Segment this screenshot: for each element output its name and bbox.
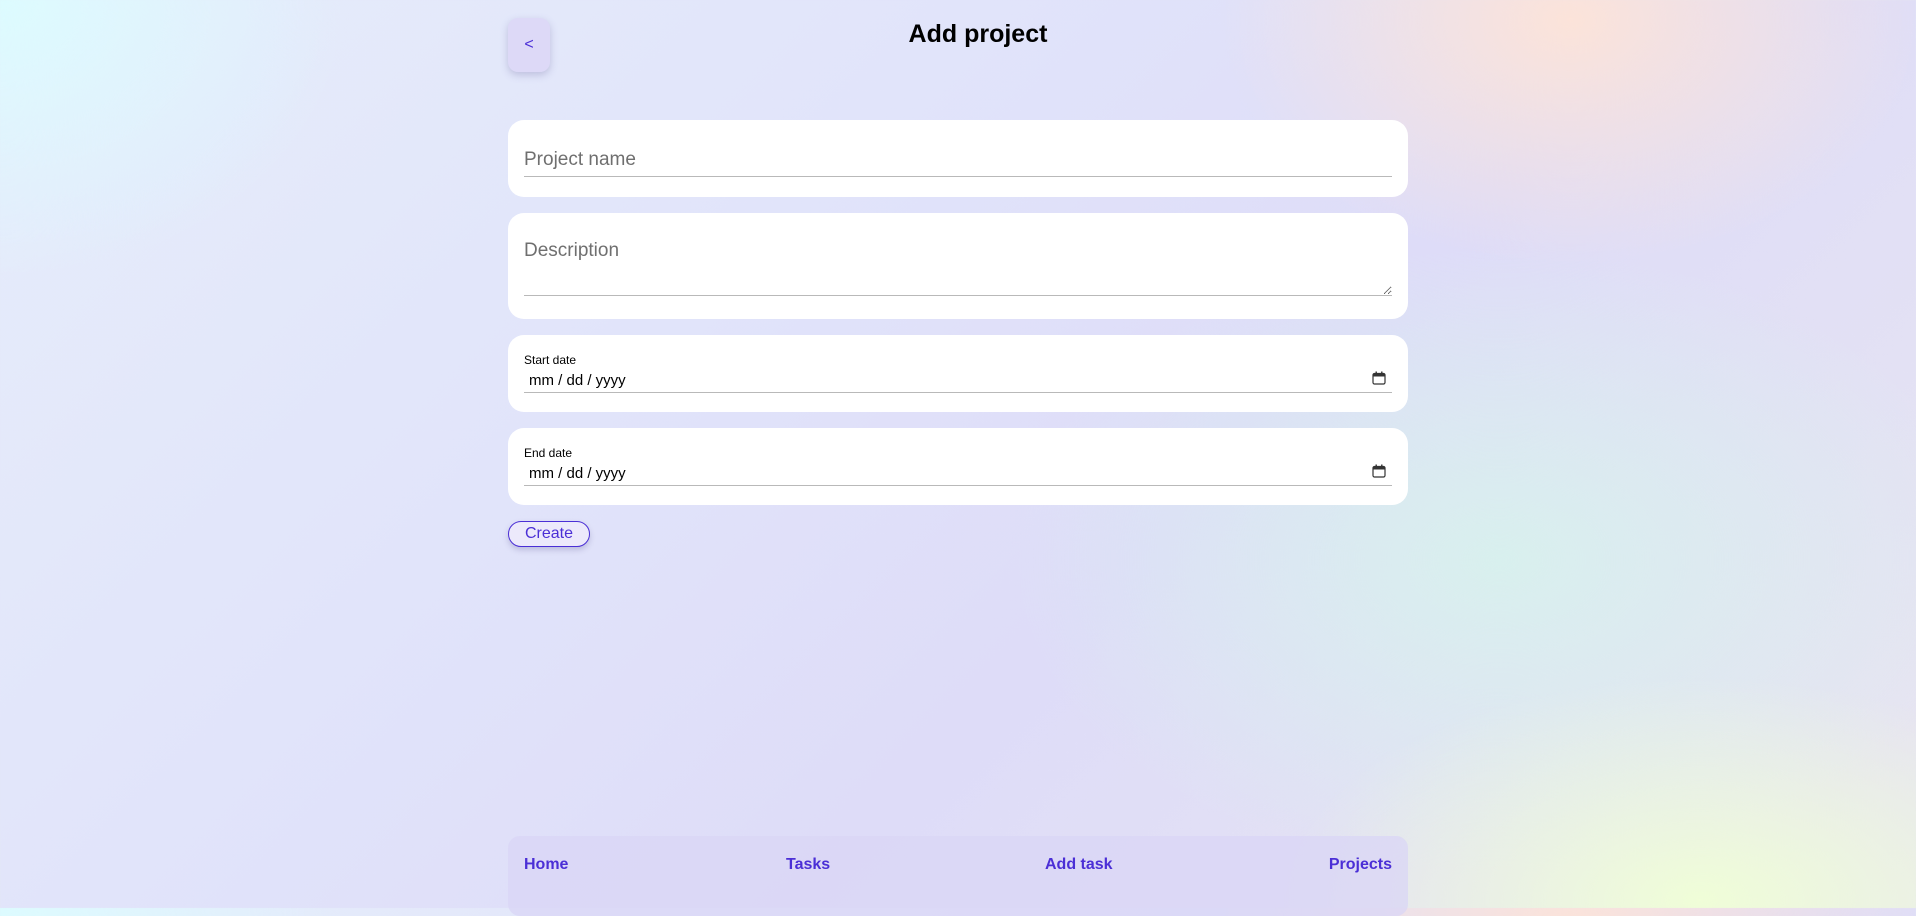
- end-date-value: mm / dd / yyyy: [529, 464, 626, 482]
- create-button[interactable]: Create: [508, 521, 590, 547]
- description-card: [508, 213, 1408, 319]
- end-date-input[interactable]: mm / dd / yyyy: [524, 461, 1392, 486]
- start-date-card: Start date mm / dd / yyyy: [508, 335, 1408, 412]
- bottom-nav: Home Tasks Add task Projects: [508, 836, 1408, 916]
- page-title: Add project: [908, 20, 1048, 48]
- start-date-label: Start date: [524, 353, 577, 367]
- project-name-input[interactable]: [524, 143, 1392, 177]
- project-name-card: [508, 120, 1408, 197]
- nav-tasks-link[interactable]: Tasks: [786, 856, 830, 874]
- page-container: < Add project Start date mm / dd / yyyy …: [508, 0, 1408, 916]
- nav-projects-link[interactable]: Projects: [1329, 856, 1392, 874]
- end-date-card: End date mm / dd / yyyy: [508, 428, 1408, 505]
- calendar-icon[interactable]: [1372, 464, 1386, 478]
- calendar-icon[interactable]: [1372, 371, 1386, 385]
- end-date-label: End date: [524, 446, 573, 460]
- start-date-input[interactable]: mm / dd / yyyy: [524, 368, 1392, 393]
- start-date-value: mm / dd / yyyy: [529, 371, 626, 389]
- description-input[interactable]: [524, 240, 1392, 296]
- nav-home-link[interactable]: Home: [524, 856, 568, 874]
- nav-add-task-link[interactable]: Add task: [1045, 856, 1113, 874]
